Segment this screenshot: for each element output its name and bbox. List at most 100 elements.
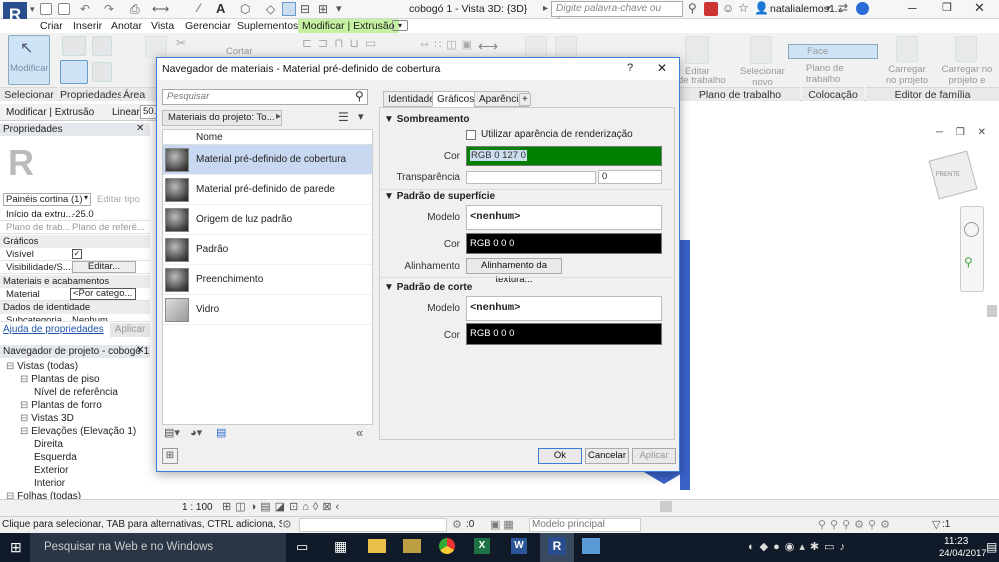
paste-button[interactable]: [145, 36, 167, 58]
tab-suplementos[interactable]: Suplementos: [237, 19, 298, 33]
properties-help-link[interactable]: Ajuda de propriedades: [3, 324, 104, 335]
file-explorer-icon[interactable]: [368, 539, 386, 553]
tree-item[interactable]: ⊟ Vistas 3D: [20, 412, 74, 425]
excel-icon[interactable]: X: [474, 538, 490, 554]
group-graficos[interactable]: Gráficos: [0, 235, 150, 248]
undo-icon[interactable]: ↶: [80, 2, 90, 16]
visibility-edit-button[interactable]: Editar...: [72, 261, 136, 273]
workset-selector[interactable]: [299, 518, 447, 532]
tab-anotar[interactable]: Anotar: [111, 19, 142, 33]
create-material-icon[interactable]: ◕▾: [190, 426, 202, 439]
cut-icon[interactable]: ✂: [176, 36, 186, 50]
horizontal-scrollbar[interactable]: [660, 501, 672, 512]
material-item[interactable]: Origem de luz padrão: [163, 205, 372, 235]
face-button[interactable]: Face: [788, 44, 878, 59]
switch-windows-icon[interactable]: ⊞: [318, 2, 328, 16]
windows-start-icon[interactable]: ⊞: [10, 539, 22, 556]
dimension-icon[interactable]: ⁄: [198, 1, 200, 15]
material-item[interactable]: Padrão: [163, 235, 372, 265]
app-menu-arrow-icon[interactable]: ▾: [30, 4, 35, 15]
transparency-value-input[interactable]: 0: [598, 170, 662, 184]
user-icon[interactable]: 👤: [754, 1, 769, 15]
expand-icon[interactable]: ⊟: [20, 374, 31, 385]
tree-item[interactable]: ⊟ Elevações (Elevação 1): [20, 425, 136, 438]
tree-item[interactable]: ⊟ Plantas de piso: [20, 373, 100, 386]
view-control-icons[interactable]: ⊞◫◑▤◪⊡⌂◊⊠‹: [222, 500, 343, 513]
tree-item[interactable]: Exterior: [34, 464, 68, 477]
status-toggle-icons[interactable]: ▣▦: [490, 518, 517, 531]
clock-date[interactable]: 24/04/2017: [939, 548, 987, 559]
modify-tools-icons[interactable]: ⊏⊐⊓⊔▭: [302, 36, 397, 52]
selection-filter-icons[interactable]: ⚲⚲⚲⚙⚲⚙: [818, 518, 894, 531]
group-identidade[interactable]: Dados de identidade: [0, 301, 150, 314]
worksharing-icon[interactable]: ⚙: [282, 518, 292, 531]
apply-properties-button[interactable]: Aplicar: [110, 323, 150, 337]
family-category-button[interactable]: [92, 62, 112, 82]
load-project-button[interactable]: [896, 36, 918, 62]
tree-item[interactable]: ⊟ Vistas (todas): [6, 360, 78, 373]
design-option-select[interactable]: Modelo principal: [529, 518, 641, 532]
section-surface-pattern[interactable]: ▼ Padrão de superfície: [384, 190, 495, 204]
binoculars-icon[interactable]: ⚲: [688, 1, 697, 15]
tree-item[interactable]: Direita: [34, 438, 63, 451]
task-view-icon[interactable]: ▭: [296, 539, 308, 555]
save-icon[interactable]: [58, 3, 70, 15]
text-icon[interactable]: A: [216, 1, 225, 16]
collapse-library-icon[interactable]: «: [356, 425, 363, 440]
expand-icon[interactable]: ⊟: [20, 413, 31, 424]
properties-close-icon[interactable]: ✕: [136, 123, 144, 134]
type-properties-button[interactable]: [60, 60, 88, 84]
section-icon[interactable]: ◇: [266, 2, 275, 16]
edit-workplane-button[interactable]: [685, 36, 709, 64]
section-cut-pattern[interactable]: ▼ Padrão de corte: [384, 281, 472, 295]
cut-model-field[interactable]: <nenhum>: [466, 296, 662, 321]
filter-icon[interactable]: ▽: [932, 518, 940, 531]
chrome-icon[interactable]: [439, 538, 455, 554]
redo-icon[interactable]: ↷: [104, 2, 114, 16]
thin-lines-icon[interactable]: [282, 2, 296, 16]
design-options-icon[interactable]: ⚙: [452, 518, 462, 531]
cut-color-swatch[interactable]: RGB 0 0 0: [466, 323, 662, 345]
user-menu-chevron-icon[interactable]: ▾: [826, 3, 831, 14]
create-tools-button[interactable]: [525, 36, 547, 58]
view-options-chevron-icon[interactable]: ▾: [358, 110, 364, 123]
help-icon[interactable]: [856, 2, 869, 15]
mode-button[interactable]: [555, 36, 577, 58]
material-item[interactable]: Vidro: [163, 295, 372, 325]
family-types-button[interactable]: [92, 36, 112, 56]
dialog-help-button[interactable]: ?: [627, 62, 633, 74]
search-arrow-icon[interactable]: ▸: [543, 3, 548, 14]
viewport-scrollbar[interactable]: [987, 305, 997, 317]
tab-modificar-extrusao[interactable]: Modificar | Extrusão: [298, 19, 399, 33]
view-scale[interactable]: 1 : 100: [182, 502, 213, 513]
tree-item[interactable]: Nível de referência: [34, 386, 118, 399]
minimize-icon[interactable]: ─: [908, 1, 917, 15]
notifications-icon[interactable]: ▤: [986, 540, 997, 554]
tab-graficos[interactable]: Gráficos: [432, 91, 480, 107]
asset-browser-icon[interactable]: ▤: [216, 426, 226, 439]
tab-gerenciar[interactable]: Gerenciar: [185, 19, 231, 33]
calculator-icon[interactable]: ▦: [334, 538, 347, 555]
communication-icon[interactable]: ☺: [722, 1, 734, 15]
properties-button[interactable]: [62, 36, 86, 56]
group-materiais[interactable]: Materiais e acabamentos: [0, 275, 150, 288]
surface-color-swatch[interactable]: RGB 0 0 0: [466, 233, 662, 254]
restore-icon[interactable]: ❐: [942, 1, 952, 14]
tree-item[interactable]: ⊟ Plantas de forro: [20, 399, 102, 412]
material-item[interactable]: Material pré-definido de parede: [163, 175, 372, 205]
cancel-button[interactable]: Cancelar: [585, 448, 629, 464]
shading-color-swatch[interactable]: RGB 0 127 0: [466, 146, 662, 166]
section-shading[interactable]: ▼ Sombreamento: [384, 113, 469, 127]
close-window-icon[interactable]: ✕: [974, 0, 985, 16]
prop-value[interactable]: Nenhum: [72, 314, 108, 321]
texture-alignment-button[interactable]: Alinhamento da textura...: [466, 258, 562, 285]
user-name[interactable]: natalialemos1...: [770, 3, 844, 15]
prop-value[interactable]: -25.0: [72, 208, 94, 221]
tab-vista[interactable]: Vista: [151, 19, 174, 33]
ok-button[interactable]: Ok: [538, 448, 582, 464]
material-value[interactable]: <Por catego...: [70, 288, 136, 300]
tree-item[interactable]: Esquerda: [34, 451, 77, 464]
search-icon[interactable]: ⚲: [355, 89, 364, 103]
load-close-button[interactable]: [955, 36, 977, 62]
add-asset-tab-button[interactable]: +: [519, 93, 531, 106]
